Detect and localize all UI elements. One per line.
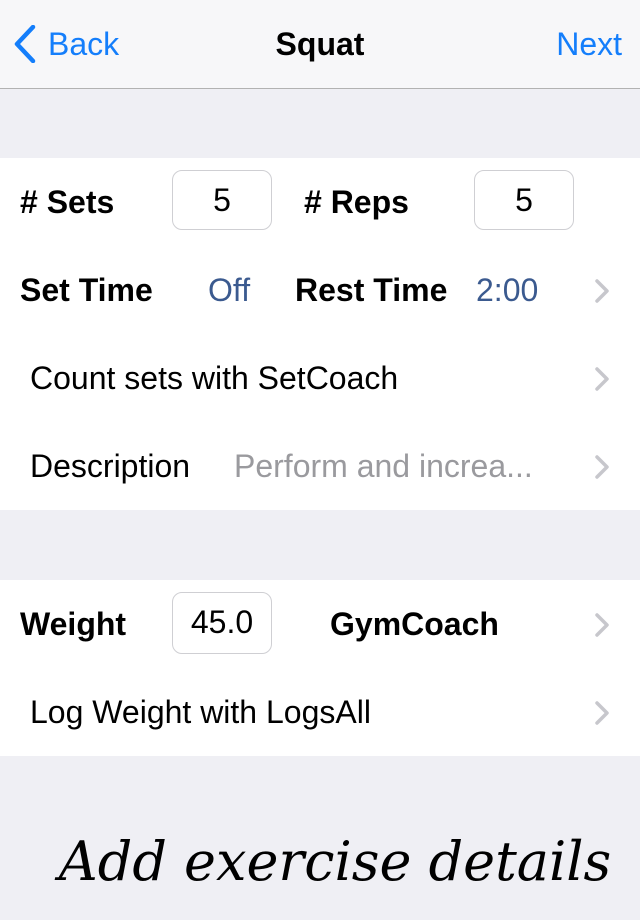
log-weight-row[interactable]: Log Weight with LogsAll <box>0 668 640 756</box>
weight-input[interactable]: 45.0 <box>172 592 272 654</box>
chevron-right-icon <box>595 455 609 479</box>
back-button[interactable]: Back <box>14 22 119 66</box>
chevron-right-icon <box>595 367 609 391</box>
weight-section: Weight 45.0 GymCoach Log Weight with Log… <box>0 580 640 756</box>
count-sets-label: Count sets with SetCoach <box>30 360 399 396</box>
description-row[interactable]: Description Perform and increa... <box>0 422 640 510</box>
chevron-right-icon <box>595 613 609 637</box>
weight-row: Weight 45.0 GymCoach <box>0 580 640 668</box>
set-time-value[interactable]: Off <box>208 270 250 310</box>
sets-reps-row: # Sets 5 # Reps 5 <box>0 158 640 246</box>
description-label: Description <box>30 448 191 484</box>
weight-label: Weight <box>20 606 127 642</box>
reps-label: # Reps <box>304 184 409 220</box>
sets-label: # Sets <box>20 184 115 220</box>
reps-input[interactable]: 5 <box>474 170 574 230</box>
next-button[interactable]: Next <box>556 22 622 66</box>
chevron-left-icon <box>14 25 36 63</box>
rest-time-value[interactable]: 2:00 <box>476 270 538 310</box>
set-time-label: Set Time <box>20 272 153 308</box>
promo-caption: Add exercise details <box>58 830 612 893</box>
rest-time-label: Rest Time <box>295 272 448 308</box>
back-label: Back <box>48 25 120 62</box>
count-sets-row[interactable]: Count sets with SetCoach <box>0 334 640 422</box>
gymcoach-link[interactable]: GymCoach <box>330 604 499 644</box>
sets-input[interactable]: 5 <box>172 170 272 230</box>
log-weight-label: Log Weight with LogsAll <box>30 694 371 730</box>
time-row[interactable]: Set Time Off Rest Time 2:00 <box>0 246 640 334</box>
navigation-bar: Back Squat Next <box>0 0 640 89</box>
chevron-right-icon <box>595 701 609 725</box>
description-value: Perform and increa... <box>234 448 533 484</box>
chevron-right-icon <box>595 279 609 303</box>
exercise-settings-section: # Sets 5 # Reps 5 Set Time Off Rest Time… <box>0 158 640 510</box>
